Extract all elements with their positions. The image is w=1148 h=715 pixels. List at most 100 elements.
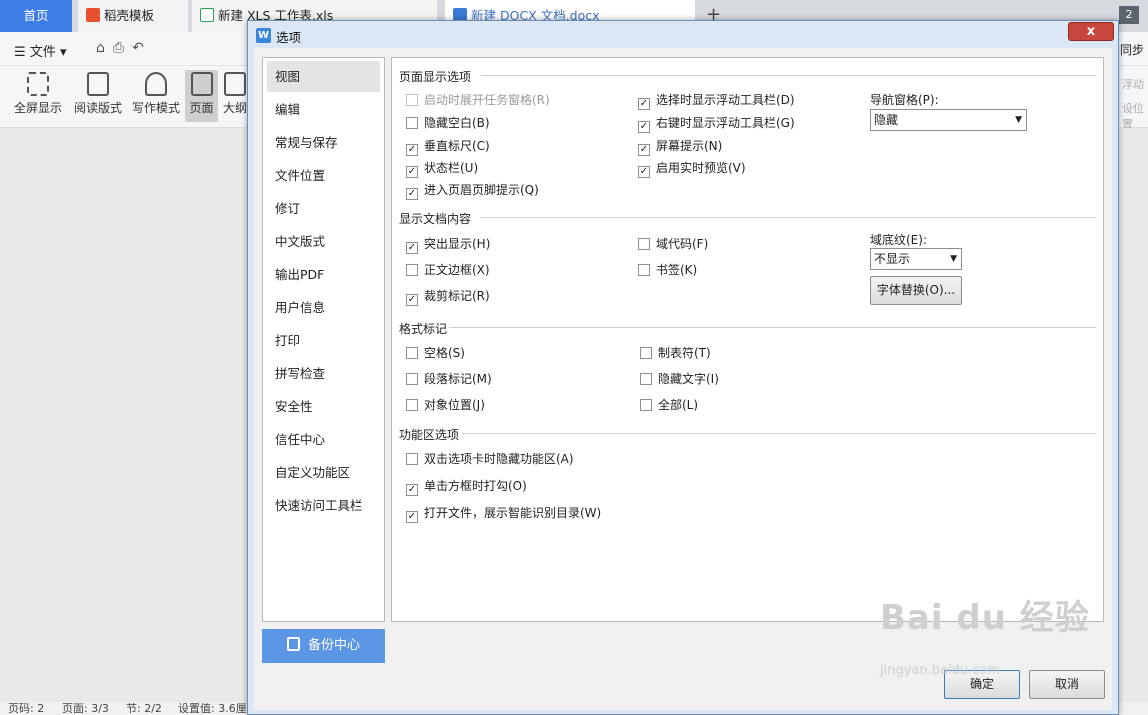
spreadsheet-icon <box>200 8 214 22</box>
vertical-ruler-label: 垂直标尺(C) <box>424 139 490 153</box>
divider <box>481 75 1096 76</box>
tab-templates[interactable]: 稻壳模板 <box>78 0 188 32</box>
float-toolbar-select-label: 选择时显示浮动工具栏(D) <box>656 93 795 107</box>
tab-chars-label: 制表符(T) <box>658 346 711 360</box>
field-shading-select[interactable]: 不显示 ▼ <box>870 248 962 270</box>
writing-mode-label: 写作模式 <box>131 101 180 115</box>
float-toolbar-select-checkbox[interactable]: ✓ 选择时显示浮动工具栏(D) <box>638 92 795 110</box>
nav-item-chinese-layout[interactable]: 中文版式 <box>267 226 380 257</box>
object-anchors-checkbox[interactable]: 对象位置(J) <box>406 397 485 413</box>
page-view-label: 页面 <box>189 101 214 115</box>
crop-marks-checkbox[interactable]: ✓ 裁剪标记(R) <box>406 288 490 306</box>
divider <box>462 433 1096 434</box>
float-toolbar-right-checkbox[interactable]: ✓ 右键时显示浮动工具栏(G) <box>638 115 795 133</box>
divider <box>481 217 1096 218</box>
checkbox-box <box>640 347 652 359</box>
field-codes-label: 域代码(F) <box>656 237 709 251</box>
group-page-display: 页面显示选项 <box>399 70 472 84</box>
hidden-text-checkbox[interactable]: 隐藏文字(I) <box>640 371 719 387</box>
click-check-checkbox[interactable]: ✓ 单击方框时打勾(O) <box>406 478 527 496</box>
checkbox-box <box>638 264 650 276</box>
nav-item-edit[interactable]: 编辑 <box>267 94 380 125</box>
status-setting: 设置值: 3.6厘 <box>178 702 247 715</box>
fullscreen-button[interactable]: 全屏显示 <box>12 72 64 116</box>
status-bar-checkbox[interactable]: ✓ 状态栏(U) <box>406 160 478 178</box>
book-icon <box>87 72 109 96</box>
writing-mode-button[interactable]: 写作模式 <box>130 72 182 116</box>
smart-toc-checkbox[interactable]: ✓ 打开文件，展示智能识别目录(W) <box>406 505 602 523</box>
checkbox-box <box>406 264 418 276</box>
outline-icon <box>224 72 246 96</box>
hide-whitespace-label: 隐藏空白(B) <box>424 116 490 130</box>
field-codes-checkbox[interactable]: 域代码(F) <box>638 236 708 252</box>
nav-item-quick-access[interactable]: 快速访问工具栏 <box>267 490 380 521</box>
nav-item-spelling[interactable]: 拼写检查 <box>267 358 380 389</box>
nav-item-general-save[interactable]: 常规与保存 <box>267 127 380 158</box>
divider <box>449 327 1096 328</box>
outline-button[interactable]: 大纲 <box>222 72 248 116</box>
nav-item-view[interactable]: 视图 <box>267 61 380 92</box>
tab-templates-label: 稻壳模板 <box>104 8 155 23</box>
highlight-checkbox[interactable]: ✓ 突出显示(H) <box>406 236 490 254</box>
status-page: 页码: 2 <box>8 702 45 715</box>
nav-item-customize-ribbon[interactable]: 自定义功能区 <box>267 457 380 488</box>
field-shading-value: 不显示 <box>874 252 911 266</box>
checkmark-icon: ✓ <box>406 144 418 156</box>
file-menu-label: 文件 <box>29 45 56 60</box>
nav-item-security[interactable]: 安全性 <box>267 391 380 422</box>
close-button[interactable]: x <box>1068 22 1114 41</box>
dialog-title: 选项 <box>276 30 302 45</box>
cancel-button[interactable]: 取消 <box>1029 670 1105 699</box>
bookmarks-label: 书签(K) <box>656 263 698 277</box>
checkmark-icon: ✓ <box>638 166 650 178</box>
vertical-ruler-checkbox[interactable]: ✓ 垂直标尺(C) <box>406 138 490 156</box>
hide-whitespace-checkbox[interactable]: 隐藏空白(B) <box>406 115 490 131</box>
checkbox-box <box>406 94 418 106</box>
quick-access-icons[interactable]: ⌂⎙↶ <box>96 40 152 56</box>
backup-center-button[interactable]: 备份中心 <box>262 629 385 663</box>
fullscreen-icon <box>27 72 49 96</box>
spaces-checkbox[interactable]: 空格(S) <box>406 345 465 361</box>
all-marks-checkbox[interactable]: 全部(L) <box>640 397 698 413</box>
checkbox-box <box>406 373 418 385</box>
backup-icon <box>286 637 300 651</box>
dropdown-arrow-icon: ▼ <box>950 254 957 264</box>
nav-item-file-locations[interactable]: 文件位置 <box>267 160 380 191</box>
font-substitution-button[interactable]: 字体替换(O)... <box>870 276 962 305</box>
nav-item-export-pdf[interactable]: 输出PDF <box>267 259 380 290</box>
options-content: 页面显示选项 启动时展开任务窗格(R) 隐藏空白(B) ✓ 垂直标尺(C) ✓ 状态… <box>391 57 1104 622</box>
nav-item-user-info[interactable]: 用户信息 <box>267 292 380 323</box>
docer-icon <box>86 8 100 22</box>
field-shading-label: 域底纹(E): <box>870 233 927 247</box>
click-check-label: 单击方框时打勾(O) <box>424 479 527 493</box>
nav-item-revisions[interactable]: 修订 <box>267 193 380 224</box>
page-view-button[interactable]: 页面 <box>185 70 218 122</box>
nav-item-print[interactable]: 打印 <box>267 325 380 356</box>
wps-writer-icon: W <box>256 28 271 43</box>
nav-item-trust-center[interactable]: 信任中心 <box>267 424 380 455</box>
header-footer-tip-label: 进入页眉页脚提示(Q) <box>424 183 539 197</box>
screen-tips-checkbox[interactable]: ✓ 屏幕提示(N) <box>638 138 722 156</box>
live-preview-checkbox[interactable]: ✓ 启用实时预览(V) <box>638 160 746 178</box>
paragraph-marks-checkbox[interactable]: 段落标记(M) <box>406 371 492 387</box>
watermark-logo: Bai du 经验 <box>880 598 1090 638</box>
file-menu-button[interactable]: ☰ 文件 ▾ <box>14 41 66 60</box>
live-preview-label: 启用实时预览(V) <box>656 161 746 175</box>
ribbon-right-1: 浮动 <box>1122 78 1144 91</box>
dialog-titlebar[interactable]: W 选项 x <box>248 21 1118 48</box>
smart-toc-label: 打开文件，展示智能识别目录(W) <box>424 506 602 520</box>
dblclick-hide-ribbon-checkbox[interactable]: 双击选项卡时隐藏功能区(A) <box>406 451 574 467</box>
crop-marks-label: 裁剪标记(R) <box>424 289 490 303</box>
checkbox-box <box>406 347 418 359</box>
tab-chars-checkbox[interactable]: 制表符(T) <box>640 345 711 361</box>
sync-label[interactable]: 同步 <box>1120 41 1144 58</box>
text-border-checkbox[interactable]: 正文边框(X) <box>406 262 490 278</box>
tab-home[interactable]: 首页 <box>0 0 72 32</box>
header-footer-tip-checkbox[interactable]: ✓ 进入页眉页脚提示(Q) <box>406 182 539 200</box>
checkmark-icon: ✓ <box>638 121 650 133</box>
checkmark-icon: ✓ <box>406 242 418 254</box>
checkmark-icon: ✓ <box>406 511 418 523</box>
bookmarks-checkbox[interactable]: 书签(K) <box>638 262 697 278</box>
reading-mode-button[interactable]: 阅读版式 <box>72 72 124 116</box>
nav-pane-select[interactable]: 隐藏 ▼ <box>870 109 1027 131</box>
